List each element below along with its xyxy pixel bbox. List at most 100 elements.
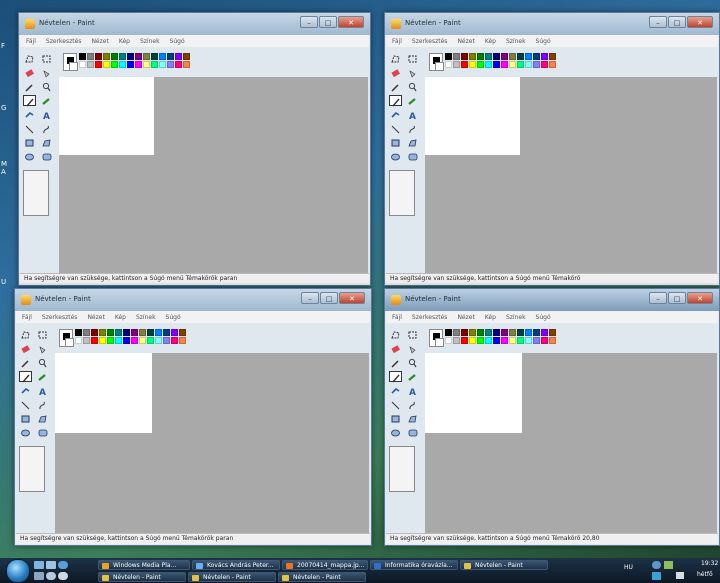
color-swatch[interactable] (95, 61, 102, 68)
color-swatch[interactable] (151, 53, 158, 60)
pencil-tool-icon[interactable] (23, 95, 36, 107)
rectangle-tool-icon[interactable] (23, 137, 36, 148)
taskbar-button[interactable]: Windows Media Pla... (98, 560, 190, 570)
color-swatch[interactable] (107, 329, 114, 336)
current-colors[interactable] (59, 329, 74, 347)
title-bar[interactable]: Névtelen - Paint – □ ✕ (385, 13, 719, 35)
menu-item[interactable]: Fájl (392, 314, 402, 321)
color-swatch[interactable] (143, 53, 150, 60)
color-swatch[interactable] (179, 329, 186, 336)
color-swatch[interactable] (87, 53, 94, 60)
canvas[interactable] (425, 77, 520, 155)
color-swatch[interactable] (135, 53, 142, 60)
color-swatch[interactable] (525, 337, 532, 344)
fill-tool-icon[interactable] (406, 67, 419, 78)
color-swatch[interactable] (115, 337, 122, 344)
color-swatch[interactable] (501, 329, 508, 336)
color-swatch[interactable] (549, 61, 556, 68)
menu-item[interactable]: Kép (485, 38, 496, 45)
canvas[interactable] (425, 353, 522, 433)
color-swatch[interactable] (131, 329, 138, 336)
color-swatch[interactable] (541, 329, 548, 336)
color-swatch[interactable] (111, 61, 118, 68)
taskbar-button[interactable]: Névtelen - Paint (188, 572, 276, 582)
menu-item[interactable]: Kép (115, 314, 126, 321)
color-swatch[interactable] (163, 337, 170, 344)
color-swatch[interactable] (111, 53, 118, 60)
minimize-button[interactable]: – (649, 16, 667, 28)
clock-time[interactable]: 19:32 (701, 560, 718, 567)
minimize-button[interactable]: – (300, 16, 318, 28)
color-swatch[interactable] (517, 337, 524, 344)
color-swatch[interactable] (91, 337, 98, 344)
close-button[interactable]: ✕ (687, 16, 713, 28)
picker-tool-icon[interactable] (23, 81, 36, 92)
title-bar[interactable]: Névtelen - Paint – □ ✕ (15, 289, 371, 311)
color-swatch[interactable] (509, 53, 516, 60)
color-swatch[interactable] (477, 337, 484, 344)
color-swatch[interactable] (95, 53, 102, 60)
color-swatch[interactable] (541, 53, 548, 60)
color-swatch[interactable] (179, 337, 186, 344)
eraser-tool-icon[interactable] (389, 67, 402, 78)
color-swatch[interactable] (107, 337, 114, 344)
magnifier-tool-icon[interactable] (406, 357, 419, 368)
current-colors[interactable] (429, 329, 444, 347)
tool-options-panel[interactable] (19, 446, 45, 492)
brush-tool-icon[interactable] (40, 95, 53, 106)
tool-options-panel[interactable] (389, 446, 415, 492)
tool-options-panel[interactable] (23, 170, 49, 216)
line-tool-icon[interactable] (23, 123, 36, 134)
color-swatch[interactable] (123, 337, 130, 344)
quicklaunch-icon[interactable] (46, 572, 56, 580)
color-swatch[interactable] (445, 53, 452, 60)
airbrush-tool-icon[interactable] (389, 109, 402, 120)
close-button[interactable]: ✕ (687, 292, 713, 304)
color-swatch[interactable] (549, 53, 556, 60)
quicklaunch-icon[interactable] (34, 572, 44, 580)
rect-select-tool-icon[interactable] (406, 53, 419, 64)
free-select-tool-icon[interactable] (19, 329, 32, 340)
quicklaunch-icon[interactable] (58, 572, 68, 580)
polygon-tool-icon[interactable] (40, 137, 53, 148)
color-swatch[interactable] (477, 53, 484, 60)
desktop-icon-label[interactable]: A (1, 168, 6, 176)
picker-tool-icon[interactable] (19, 357, 32, 368)
color-swatch[interactable] (183, 61, 190, 68)
color-swatch[interactable] (549, 337, 556, 344)
taskbar-button[interactable]: Névtelen - Paint (98, 572, 186, 582)
menu-item[interactable]: Kép (119, 38, 130, 45)
desktop-icon-label[interactable]: M (1, 160, 7, 168)
title-bar[interactable]: Névtelen - Paint – □ ✕ (19, 13, 370, 35)
rect-select-tool-icon[interactable] (36, 329, 49, 340)
color-swatch[interactable] (461, 329, 468, 336)
internet-explorer-icon[interactable] (58, 561, 68, 569)
curve-tool-icon[interactable] (40, 123, 53, 134)
color-swatch[interactable] (501, 337, 508, 344)
color-swatch[interactable] (493, 337, 500, 344)
polygon-tool-icon[interactable] (406, 137, 419, 148)
rounded-rect-tool-icon[interactable] (40, 151, 53, 162)
color-swatch[interactable] (127, 53, 134, 60)
taskbar-button[interactable]: 20070414_mappa.jp... (282, 560, 368, 570)
title-bar[interactable]: Névtelen - Paint – □ ✕ (385, 289, 719, 311)
color-swatch[interactable] (155, 337, 162, 344)
color-swatch[interactable] (171, 337, 178, 344)
text-tool-icon[interactable]: A (406, 109, 419, 120)
ellipse-tool-icon[interactable] (389, 427, 402, 438)
color-swatch[interactable] (493, 53, 500, 60)
airbrush-tool-icon[interactable] (23, 109, 36, 120)
color-swatch[interactable] (135, 61, 142, 68)
magnifier-tool-icon[interactable] (406, 81, 419, 92)
color-swatch[interactable] (167, 61, 174, 68)
color-swatch[interactable] (501, 61, 508, 68)
tray-app-icon[interactable] (652, 572, 661, 580)
brush-tool-icon[interactable] (406, 371, 419, 382)
color-swatch[interactable] (461, 61, 468, 68)
magnifier-tool-icon[interactable] (36, 357, 49, 368)
rectangle-tool-icon[interactable] (19, 413, 32, 424)
tool-options-panel[interactable] (389, 170, 415, 216)
fill-tool-icon[interactable] (406, 343, 419, 354)
color-swatch[interactable] (75, 329, 82, 336)
color-swatch[interactable] (525, 329, 532, 336)
